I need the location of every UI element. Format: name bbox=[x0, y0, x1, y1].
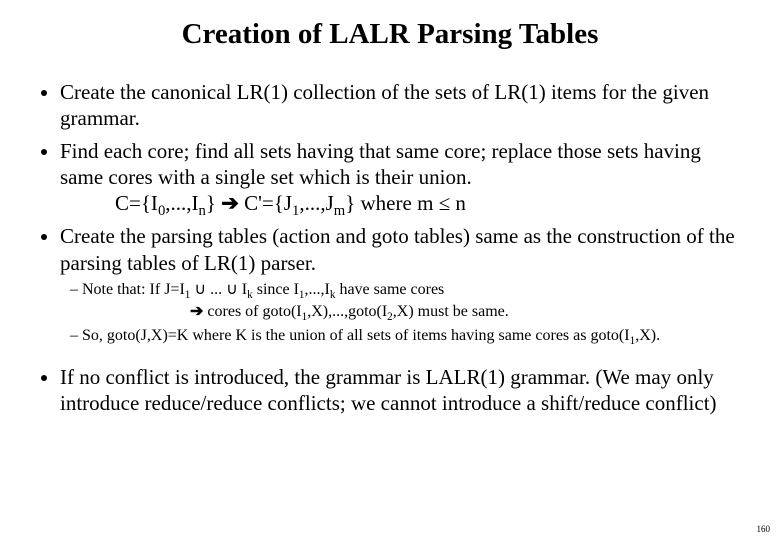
note-1: Note that: If J=I1 ∪ ... ∪ Ik since I1,.… bbox=[70, 280, 748, 300]
slide: Creation of LALR Parsing Tables Create t… bbox=[0, 0, 780, 540]
bullet-2-equation: C={I0,...,In} ➔ C'={J1,...,Jm} where m ≤… bbox=[115, 190, 748, 217]
arrow-icon: ➔ bbox=[221, 192, 239, 215]
page-number: 160 bbox=[757, 524, 771, 534]
sub-bullet-list: Note that: If J=I1 ∪ ... ∪ Ik since I1,.… bbox=[70, 280, 748, 300]
arrow-icon: ➔ bbox=[190, 303, 203, 320]
bullet-2: Find each core; find all sets having tha… bbox=[60, 138, 748, 218]
note-2: So, goto(J,X)=K where K is the union of … bbox=[70, 326, 748, 346]
note-1b: ➔ cores of goto(I1,X),...,goto(I2,X) mus… bbox=[190, 302, 748, 322]
bullet-3: Create the parsing tables (action and go… bbox=[60, 223, 748, 346]
bullet-1: Create the canonical LR(1) collection of… bbox=[60, 79, 748, 132]
bullet-4: If no conflict is introduced, the gramma… bbox=[60, 364, 748, 417]
bullet-3-text: Create the parsing tables (action and go… bbox=[60, 224, 735, 274]
bullet-list: Create the canonical LR(1) collection of… bbox=[32, 79, 748, 346]
bullet-2-text: Find each core; find all sets having tha… bbox=[60, 139, 701, 189]
slide-title: Creation of LALR Parsing Tables bbox=[32, 18, 748, 51]
bullet-list-2: If no conflict is introduced, the gramma… bbox=[32, 364, 748, 417]
sub-bullet-list-2: So, goto(J,X)=K where K is the union of … bbox=[70, 326, 748, 346]
